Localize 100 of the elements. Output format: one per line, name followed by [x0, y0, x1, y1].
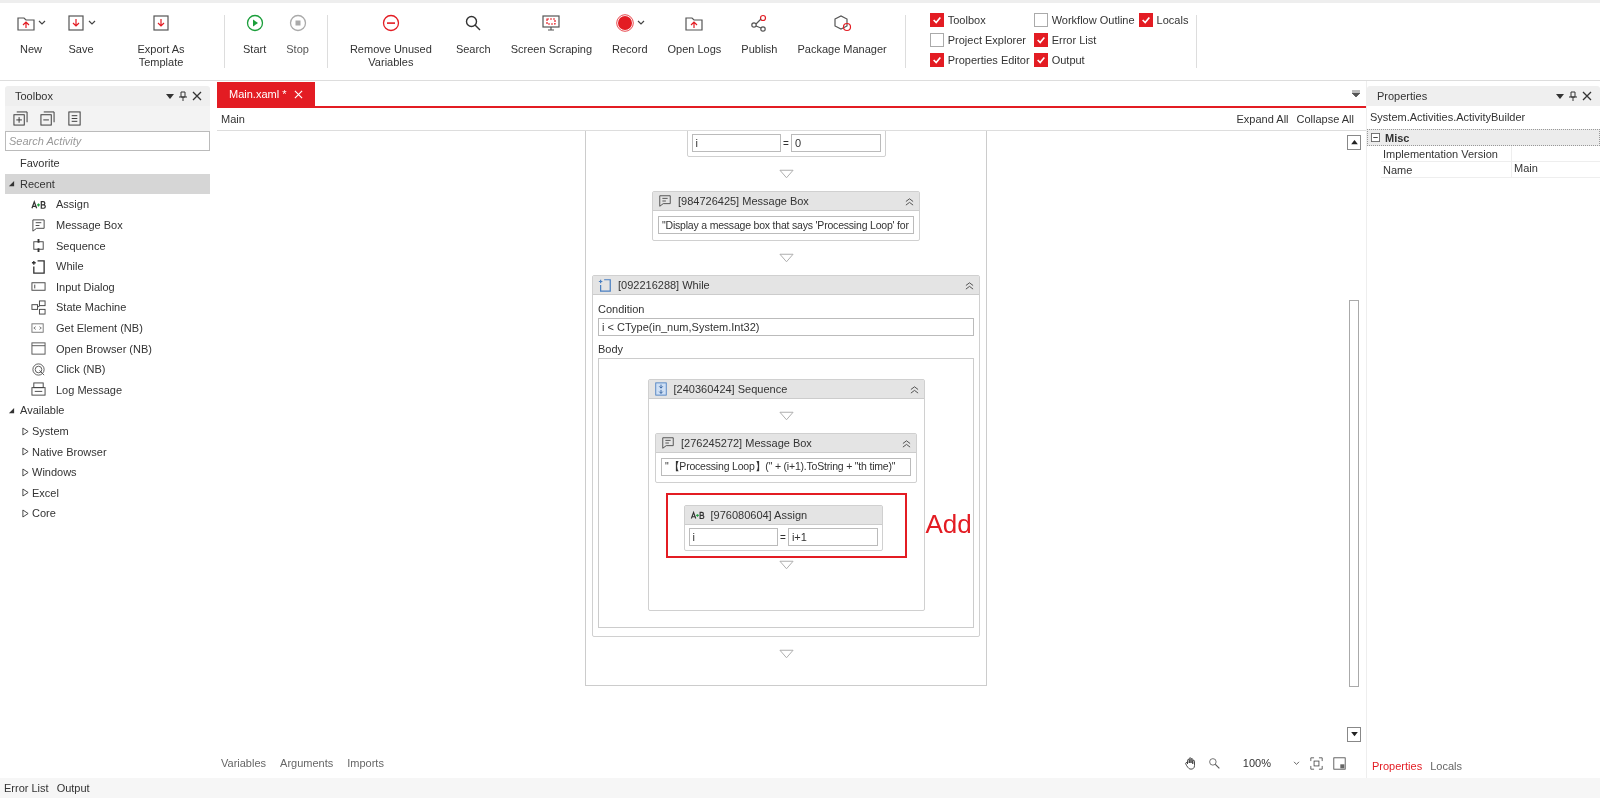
search-field[interactable]: Search Activity — [5, 131, 210, 151]
toolbar-button[interactable]: Screen Scraping — [500, 13, 603, 56]
drop-arrow-icon — [778, 560, 794, 570]
panel-checkbox[interactable]: Project Explorer — [929, 32, 1030, 48]
panel-checkbox[interactable]: Error List — [1033, 32, 1135, 48]
activity-title: [276245272] Message Box — [681, 437, 813, 449]
panel-checkbox[interactable]: Toolbox — [929, 12, 1030, 28]
condition-field[interactable]: i < CType(in_num,System.Int32) — [598, 318, 974, 336]
check-icon — [931, 55, 942, 65]
overview-icon[interactable] — [1333, 756, 1346, 770]
toolbar-button[interactable]: Save — [56, 13, 106, 56]
tree-item[interactable]: System — [5, 420, 210, 442]
assign-target-field[interactable]: i — [691, 134, 782, 152]
panel-checkbox[interactable]: Properties Editor — [929, 52, 1030, 68]
close-icon[interactable] — [192, 91, 202, 101]
scroll-down-icon[interactable] — [1350, 732, 1358, 737]
browser-icon — [31, 341, 46, 357]
expand-all-icon[interactable] — [13, 111, 28, 126]
message-field[interactable]: "Display a message box that says 'Processing Loop' for — [658, 216, 914, 234]
property-value[interactable]: Main — [1511, 162, 1600, 177]
activity-item[interactable]: While — [5, 255, 210, 277]
bottom-tab[interactable]: Variables — [221, 757, 267, 769]
minus-circle-icon — [380, 13, 401, 33]
status-tab[interactable]: Output — [56, 782, 90, 794]
collapse-all-link[interactable]: Collapse All — [1296, 113, 1354, 125]
while-icon — [31, 258, 46, 274]
assign-target-field[interactable]: i — [688, 528, 779, 546]
tree-item[interactable]: Available — [5, 400, 210, 421]
zoom-icon[interactable] — [1207, 756, 1221, 770]
expand-all-link[interactable]: Expand All — [1236, 113, 1289, 125]
toolbar-button[interactable]: Start — [233, 13, 277, 56]
tree-item[interactable]: Windows — [5, 461, 210, 483]
toolbar-button[interactable]: Open Logs — [657, 13, 732, 56]
activity-title: [984726425] Message Box — [678, 195, 810, 207]
close-icon[interactable] — [1582, 91, 1592, 101]
floppy-icon — [151, 13, 171, 33]
panel-tab[interactable]: Properties — [1372, 760, 1423, 772]
drop-arrow-icon — [778, 649, 794, 659]
panel-checkbox[interactable]: Output — [1033, 52, 1135, 68]
collapse-icon[interactable] — [905, 196, 914, 206]
property-category[interactable]: Misc — [1367, 129, 1600, 146]
bottom-tab[interactable]: Imports — [347, 757, 384, 769]
breadcrumb[interactable]: Main — [221, 113, 245, 125]
zoom-level[interactable]: 100% — [1242, 757, 1271, 769]
toolbar-button[interactable]: Record — [602, 13, 658, 56]
activity-item[interactable]: Get Element (NB) — [5, 317, 210, 339]
while-icon — [598, 278, 612, 292]
message-field[interactable]: "【Processing Loop】(" + (i+1).ToString + "th time)" — [661, 458, 911, 476]
caret-icon[interactable] — [1293, 760, 1300, 766]
panel-checkbox[interactable]: Workflow Outline — [1033, 12, 1135, 28]
pin-icon[interactable] — [179, 91, 187, 101]
toolbar-button[interactable]: Remove Unused Variables — [335, 13, 446, 69]
tree-item[interactable]: Native Browser — [5, 441, 210, 462]
sequence-icon — [31, 238, 46, 254]
click-icon — [31, 361, 46, 377]
fit-screen-icon[interactable] — [1310, 756, 1323, 770]
bottom-tab[interactable]: Arguments — [280, 757, 334, 769]
hand-icon[interactable] — [1183, 756, 1198, 770]
activity-item[interactable]: Sequence — [5, 235, 210, 256]
package-icon — [832, 13, 853, 33]
list-icon[interactable] — [67, 111, 82, 126]
panel-tab[interactable]: Locals — [1430, 760, 1462, 772]
collapse-icon[interactable] — [902, 438, 911, 448]
pin-icon[interactable] — [1569, 91, 1577, 101]
activity-item[interactable]: Open Browser (NB) — [5, 338, 210, 359]
toolbar-button[interactable]: Export As Template — [106, 13, 216, 69]
collapse-icon[interactable] — [965, 280, 974, 290]
activity-item[interactable]: Assign — [5, 194, 210, 215]
activity-item[interactable]: Log Message — [5, 379, 210, 401]
expander-icon[interactable] — [8, 180, 15, 188]
tree-item[interactable]: Recent — [5, 173, 210, 195]
assign-value-field[interactable]: i+1 — [787, 528, 878, 546]
assign-value-field[interactable]: 0 — [790, 134, 881, 152]
collapse-all-icon[interactable] — [40, 111, 55, 126]
toolbar-button[interactable]: New — [6, 13, 56, 56]
check-icon — [1140, 15, 1151, 25]
activity-item[interactable]: Message Box — [5, 214, 210, 236]
toolbar-button[interactable]: Publish — [731, 13, 788, 56]
toolbar-button[interactable]: Search — [445, 13, 501, 56]
document-tab[interactable]: Main.xaml * — [217, 82, 316, 106]
activity-item[interactable]: State Machine — [5, 297, 210, 318]
dropdown-icon[interactable] — [1556, 92, 1564, 100]
toolbar-button[interactable]: Package Manager — [787, 13, 897, 56]
activity-item[interactable]: Click (NB) — [5, 358, 210, 380]
scroll-up-icon[interactable] — [1350, 140, 1358, 145]
dropdown-icon[interactable] — [166, 92, 174, 100]
activity-item[interactable]: Input Dialog — [5, 276, 210, 298]
tree-item[interactable]: Core — [5, 503, 210, 524]
status-tab[interactable]: Error List — [4, 782, 49, 794]
assign-operator: = — [783, 137, 789, 149]
sequence-icon — [653, 382, 668, 396]
collapse-icon[interactable] — [1371, 133, 1380, 142]
dropdown-icon[interactable] — [1352, 89, 1360, 98]
tree-item[interactable]: Favorite — [5, 153, 210, 174]
object-type: System.Activities.ActivityBuilder — [1369, 110, 1527, 125]
tree-item[interactable]: Excel — [5, 482, 210, 504]
expander-icon[interactable] — [22, 426, 29, 436]
collapse-icon[interactable] — [909, 384, 919, 394]
panel-checkbox[interactable]: Locals — [1138, 12, 1189, 28]
expander-icon[interactable] — [8, 406, 15, 414]
